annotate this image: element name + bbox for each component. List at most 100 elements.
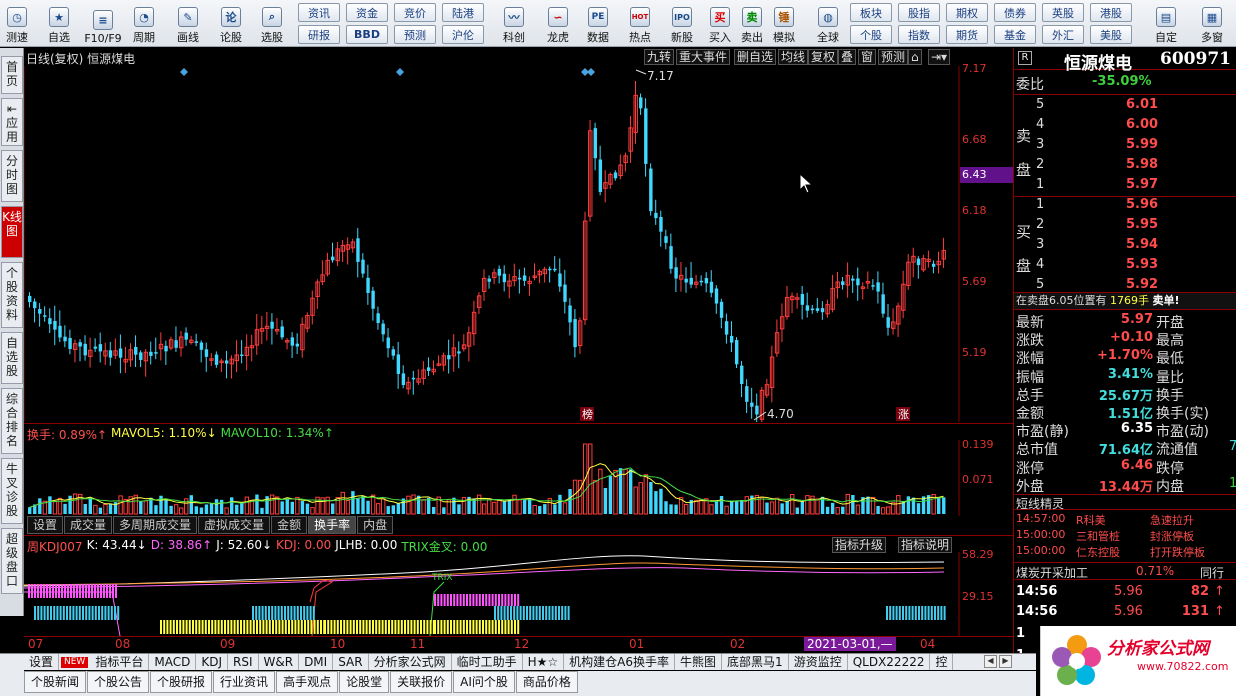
- chart-ma-button[interactable]: 均线: [778, 49, 809, 65]
- toolbar-hot-button[interactable]: HOT 热点: [622, 2, 658, 45]
- toolbar-options-button[interactable]: 期权: [946, 3, 988, 22]
- toolbar-news-button[interactable]: 资讯: [298, 3, 340, 22]
- toolbar-auction-button[interactable]: 竞价: [394, 3, 436, 22]
- toolbar-funds-button[interactable]: 资金: [346, 3, 388, 22]
- toolbar-stockindex-button[interactable]: 股指: [898, 3, 940, 22]
- indicator-tab[interactable]: 分析家公式网: [369, 654, 452, 670]
- volume-chart[interactable]: [24, 440, 960, 516]
- sprite-stock[interactable]: R科美: [1076, 512, 1106, 528]
- info-tab[interactable]: 个股新闻: [24, 671, 87, 693]
- chart-predict-button[interactable]: 预测: [878, 49, 909, 65]
- sidetab-ranking[interactable]: 综合排名: [1, 388, 23, 454]
- info-tab[interactable]: 商品价格: [515, 671, 578, 693]
- indicator-tab[interactable]: 底部黑马1: [722, 654, 789, 670]
- indicator-tab[interactable]: H★☆: [523, 654, 565, 670]
- toolbar-period-button[interactable]: ◔ 周期: [126, 2, 162, 45]
- toolbar-pickstock-button[interactable]: ⌕ 选股: [254, 2, 290, 45]
- indicator-tab[interactable]: DMI: [299, 654, 334, 670]
- scroll-left-icon[interactable]: ◀: [984, 655, 997, 668]
- sell-level-price[interactable]: 5.98: [1126, 157, 1158, 172]
- info-tab[interactable]: 关联报价: [390, 671, 453, 693]
- chart-window-button[interactable]: 窗: [858, 49, 877, 65]
- sidetab-intraday[interactable]: 分时图: [1, 150, 23, 202]
- chart-expand-icon[interactable]: ⇥▾: [928, 49, 951, 65]
- sidetab-apps[interactable]: ⇤应用: [1, 98, 23, 146]
- toolbar-simulate-button[interactable]: 锤模拟: [770, 2, 798, 45]
- sell-level-price[interactable]: 6.01: [1126, 97, 1158, 112]
- indicator-tab[interactable]: 机构建仓A6换手率: [564, 654, 676, 670]
- sidetab-order-book[interactable]: 超级盘口: [1, 528, 23, 594]
- chart-overlay-button[interactable]: 叠: [838, 49, 857, 65]
- vol-tab-inner[interactable]: 内盘: [357, 516, 394, 534]
- sidetab-watchlist[interactable]: 自选股: [1, 332, 23, 384]
- toolbar-watchlist-button[interactable]: ★ 自选: [40, 2, 78, 45]
- indicator-help-button[interactable]: 指标说明: [898, 537, 953, 553]
- toolbar-ukstock-button[interactable]: 英股: [1042, 3, 1084, 22]
- indicator-tab[interactable]: 游资监控: [789, 654, 848, 670]
- indicator-tab[interactable]: KDJ: [196, 654, 228, 670]
- vol-tab-virtual[interactable]: 虚拟成交量: [198, 516, 271, 534]
- toolbar-usstock-button[interactable]: 美股: [1090, 25, 1132, 44]
- toolbar-ipo-button[interactable]: IPO 新股: [664, 2, 700, 45]
- toolbar-data-button[interactable]: PE 数据: [580, 2, 616, 45]
- toolbar-index-button[interactable]: 指数: [898, 25, 940, 44]
- toolbar-multiwindow-button[interactable]: ▦ 多窗: [1194, 2, 1230, 45]
- chart-lock-icon[interactable]: ⌂: [908, 49, 922, 65]
- toolbar-hkstock-button[interactable]: 港股: [1090, 3, 1132, 22]
- buy-level-price[interactable]: 5.94: [1126, 237, 1158, 252]
- sprite-list[interactable]: 14:57:00 R科美 急速拉升 15:00:00 三和管桩 封涨停板 15:00:00 仁…: [1014, 512, 1236, 562]
- toolbar-custom-button[interactable]: ▤ 自定: [1148, 2, 1184, 45]
- indicator-tab[interactable]: 临时工助手: [452, 654, 523, 670]
- sprite-stock[interactable]: 仁东控股: [1076, 544, 1120, 560]
- sector-row[interactable]: 煤炭开采加工 0.71% 同行: [1014, 562, 1236, 580]
- indicator-tab[interactable]: QLDX22222: [848, 654, 931, 670]
- info-tab[interactable]: 个股公告: [87, 671, 150, 693]
- sell-level-price[interactable]: 6.00: [1126, 117, 1158, 132]
- toolbar-bbd-button[interactable]: BBD: [346, 25, 388, 44]
- indicator-tab[interactable]: 设置: [24, 654, 60, 670]
- toolbar-discuss-button[interactable]: 论论股: [214, 2, 248, 45]
- chart-nine-turn-button[interactable]: 九转: [644, 49, 675, 65]
- toolbar-research-button[interactable]: 研报: [298, 25, 340, 44]
- buy-level-price[interactable]: 5.93: [1126, 257, 1158, 272]
- toolbar-shlondon-button[interactable]: 沪伦: [442, 25, 484, 44]
- indicator-tab[interactable]: W&R: [259, 654, 300, 670]
- indicator-tab[interactable]: SAR: [333, 654, 369, 670]
- chart-adjust-button[interactable]: 复权: [808, 49, 839, 65]
- indicator-chart[interactable]: TRIX: [24, 552, 960, 636]
- indicator-tab[interactable]: 指标平台: [90, 654, 150, 670]
- indicator-tab[interactable]: MACD: [149, 654, 197, 670]
- info-tab[interactable]: AI问个股: [453, 671, 515, 693]
- buy-level-price[interactable]: 5.92: [1126, 277, 1158, 292]
- vol-tab-amount[interactable]: 金额: [271, 516, 308, 534]
- indicator-upgrade-button[interactable]: 指标升级: [832, 537, 887, 553]
- toolbar-futures-button[interactable]: 期货: [946, 25, 988, 44]
- toolbar-bonds-button[interactable]: 债券: [994, 3, 1036, 22]
- toolbar-star-market-button[interactable]: 〰科创: [494, 2, 534, 45]
- toolbar-forecast-button[interactable]: 预测: [394, 25, 436, 44]
- toolbar-fund-button[interactable]: 基金: [994, 25, 1036, 44]
- toolbar-global-button[interactable]: ◍ 全球: [808, 2, 848, 45]
- toolbar-buy-button[interactable]: 买买入: [706, 2, 734, 45]
- chart-remove-watch-button[interactable]: 删自选: [734, 49, 777, 65]
- sidetab-kline[interactable]: K线图: [1, 206, 23, 258]
- chart-events-button[interactable]: 重大事件: [676, 49, 731, 65]
- sidetab-stock-profile[interactable]: 个股资料: [1, 262, 23, 328]
- toolbar-sell-button[interactable]: 卖卖出: [738, 2, 766, 45]
- indicator-tab[interactable]: RSI: [228, 654, 259, 670]
- toolbar-hk-connect-button[interactable]: 陆港: [442, 3, 484, 22]
- info-tab[interactable]: 论股堂: [339, 671, 390, 693]
- info-tab[interactable]: 高手观点: [276, 671, 339, 693]
- buy-level-price[interactable]: 5.96: [1126, 197, 1158, 212]
- sell-level-price[interactable]: 5.99: [1126, 137, 1158, 152]
- sprite-stock[interactable]: 三和管桩: [1076, 528, 1120, 544]
- toolbar-f10-button[interactable]: ≡ F10/F9: [82, 2, 124, 45]
- toolbar-dragon-tiger-button[interactable]: ∽ 龙虎: [538, 2, 578, 45]
- toolbar-forex-button[interactable]: 外汇: [1042, 25, 1084, 44]
- sidetab-home[interactable]: 首页: [1, 56, 23, 94]
- indicator-tab[interactable]: 控: [930, 654, 954, 670]
- sidetab-diagnosis[interactable]: 牛叉诊股: [1, 458, 23, 524]
- large-order-notice[interactable]: 在卖盘6.05位置有 1769手 卖单!: [1014, 292, 1236, 310]
- indicator-tab[interactable]: 牛熊图: [675, 654, 723, 670]
- toolbar-drawline-button[interactable]: ✎ 画线: [170, 2, 206, 45]
